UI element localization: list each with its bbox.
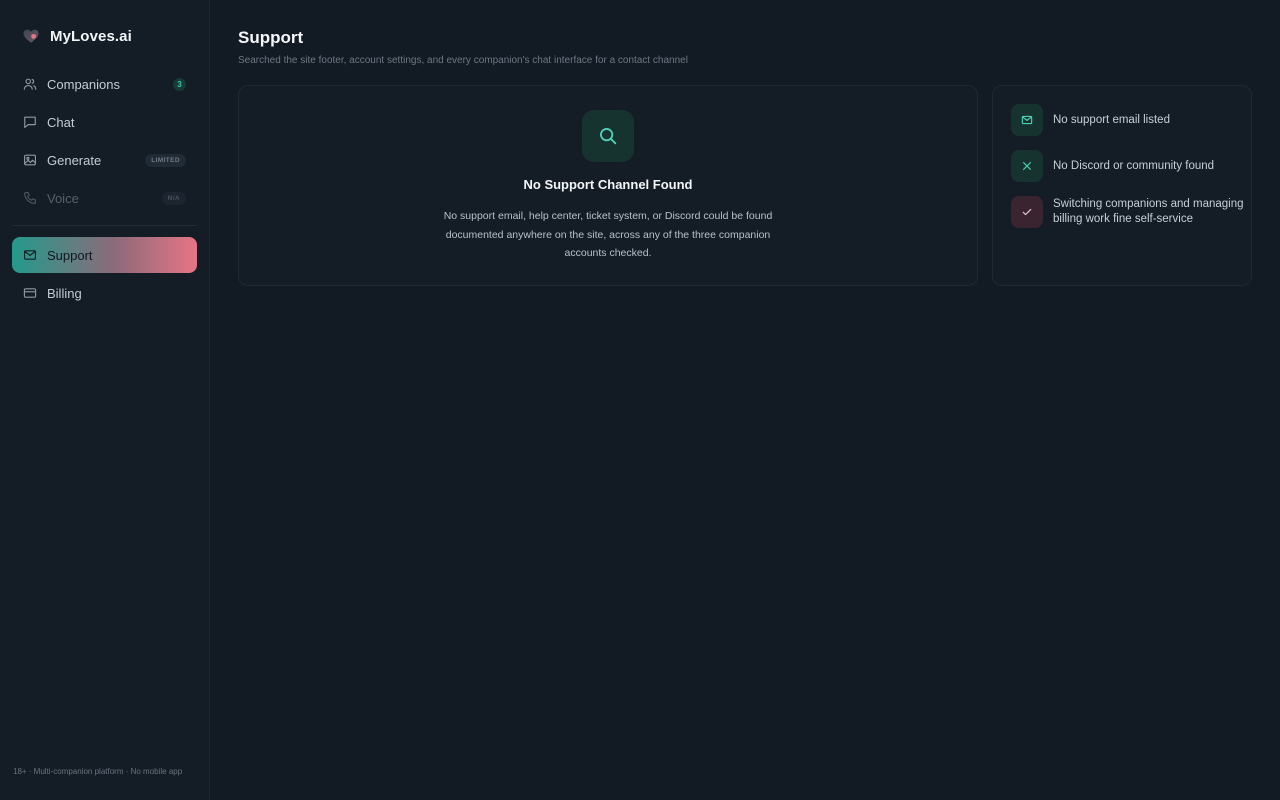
phone-icon: [24, 192, 36, 204]
sidebar-item-chat[interactable]: Chat: [12, 104, 197, 140]
page-title: Support: [238, 28, 304, 47]
sidebar-item-billing[interactable]: Billing: [12, 275, 197, 311]
sidebar-item-label: Support: [47, 247, 93, 263]
sidebar-item-voice[interactable]: Voice N/A: [12, 180, 197, 216]
finding-text: No support email listed: [1053, 113, 1170, 126]
companions-count-badge: 3: [173, 77, 186, 91]
sidebar-item-label: Chat: [47, 114, 75, 130]
sidebar-item-label: Billing: [47, 285, 82, 301]
brand[interactable]: MyLoves.ai: [22, 26, 132, 46]
image-icon: [24, 154, 36, 166]
sidebar-item-label: Companions: [47, 76, 120, 92]
finding-item: No Discord or community found: [1011, 150, 1214, 182]
search-badge: [582, 110, 634, 162]
finding-item: No support email listed: [1011, 104, 1170, 136]
finding-text: No Discord or community found: [1053, 159, 1215, 172]
chat-icon: [24, 116, 36, 128]
close-icon: [1023, 162, 1031, 170]
sidebar-item-generate[interactable]: Generate LIMITED: [12, 142, 197, 178]
search-icon: [600, 128, 617, 145]
sidebar-divider: [12, 225, 197, 226]
mail-icon: [24, 250, 36, 260]
app-name: MyLoves.ai: [50, 27, 132, 45]
empty-state-description: No support email, help center, ticket sy…: [443, 210, 773, 259]
finding-icon-box: [1011, 150, 1043, 182]
users-icon: [23, 78, 37, 90]
page-subtitle: Searched the site footer, account settin…: [238, 55, 688, 66]
na-badge: N/A: [161, 191, 186, 205]
finding-item: Switching companions and managing billin…: [1011, 196, 1253, 228]
empty-state-card: No Support Channel Found No support emai…: [238, 85, 978, 286]
finding-icon-box: [1011, 196, 1043, 228]
check-icon: [1022, 208, 1032, 216]
card-icon: [23, 288, 37, 298]
sidebar-item-support[interactable]: Support: [12, 237, 197, 273]
finding-text: Switching companions and managing billin…: [1053, 198, 1244, 225]
findings-card: No support email listed No Discord or co…: [992, 85, 1252, 286]
finding-icon-box: [1011, 104, 1043, 136]
sidebar-item-label: Voice: [47, 190, 79, 206]
heart-logo-icon: [23, 29, 39, 43]
sidebar: MyLoves.ai Companions 3 Chat Generate LI…: [0, 0, 210, 800]
empty-state-title: No Support Channel Found: [523, 177, 693, 192]
sidebar-footer: 18+ · Multi-companion platform · No mobi…: [13, 767, 183, 776]
sidebar-item-companions[interactable]: Companions 3: [12, 66, 197, 102]
sidebar-item-label: Generate: [47, 152, 102, 168]
mail-icon: [1021, 115, 1033, 125]
limited-badge: LIMITED: [145, 153, 186, 167]
